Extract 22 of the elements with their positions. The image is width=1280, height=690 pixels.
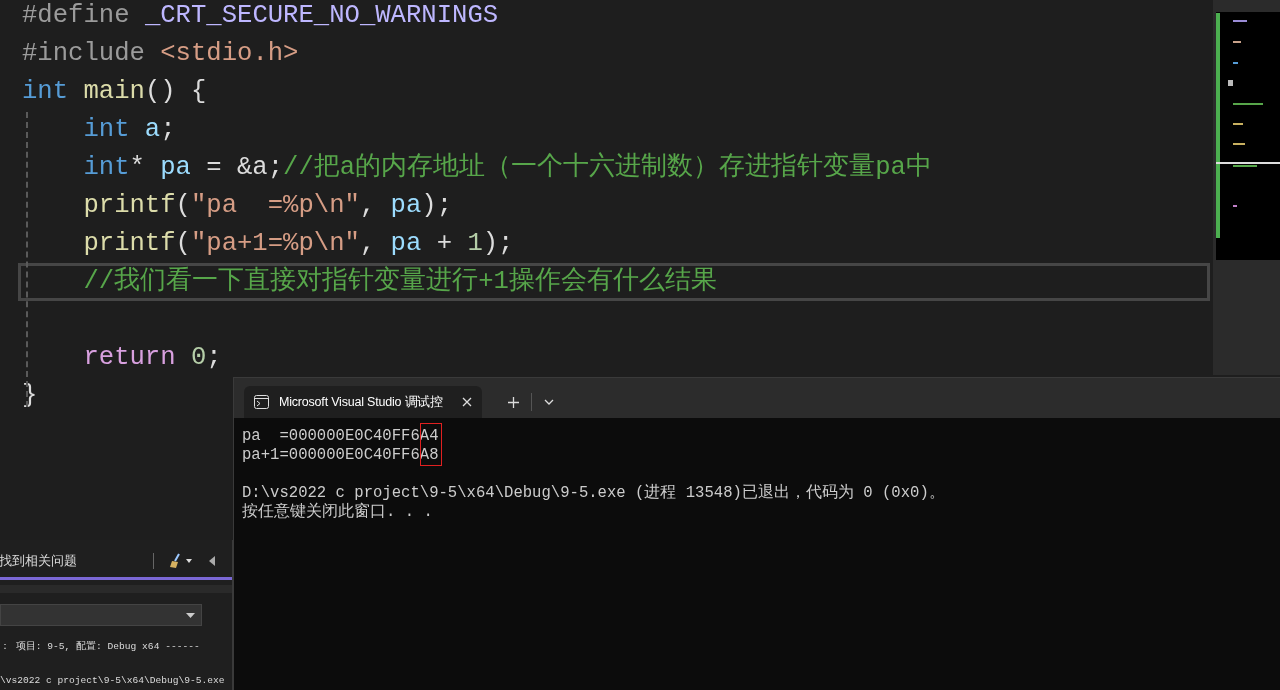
- terminal-tab[interactable]: Microsoft Visual Studio 调试控: [244, 386, 482, 418]
- code-line: //我们看一下直接对指针变量进行+1操作会有什么结果: [83, 266, 717, 298]
- code-line: #define _CRT_SECURE_NO_WARNINGS: [22, 0, 499, 32]
- console-line: 按任意键关闭此窗口. . .: [242, 503, 433, 521]
- code-line: return 0;: [83, 342, 222, 374]
- output-line: ： 项目: 9-5, 配置: Debug x64 ------: [0, 640, 200, 654]
- caret-icon: [186, 612, 195, 618]
- broom-icon[interactable]: [168, 553, 194, 569]
- code-line: int main() {: [22, 76, 207, 108]
- terminal-icon: [254, 395, 269, 409]
- code-line: printf("pa =%p\n", pa);: [83, 190, 453, 222]
- output-line: \vs2022 c project\9-5\x64\Debug\9-5.exe: [0, 674, 225, 689]
- tab-title: Microsoft Visual Studio 调试控: [279, 393, 443, 411]
- close-icon[interactable]: [462, 397, 472, 407]
- code-line: #include <stdio.h>: [22, 38, 299, 70]
- scroll-left-icon[interactable]: [208, 556, 216, 566]
- code-line: int a;: [83, 114, 176, 146]
- code-line: printf("pa+1=%p\n", pa + 1);: [83, 228, 514, 260]
- dropdown-icon[interactable]: [544, 399, 554, 405]
- console-line: D:\vs2022 c project\9-5\x64\Debug\9-5.exe (进程 13548)已退出，代码为 0 (0x0)。: [242, 484, 945, 502]
- code-line: int* pa = &a;//把a的内存地址（一个十六进制数）存进指针变量pa中: [83, 152, 932, 184]
- plus-icon[interactable]: [508, 396, 519, 408]
